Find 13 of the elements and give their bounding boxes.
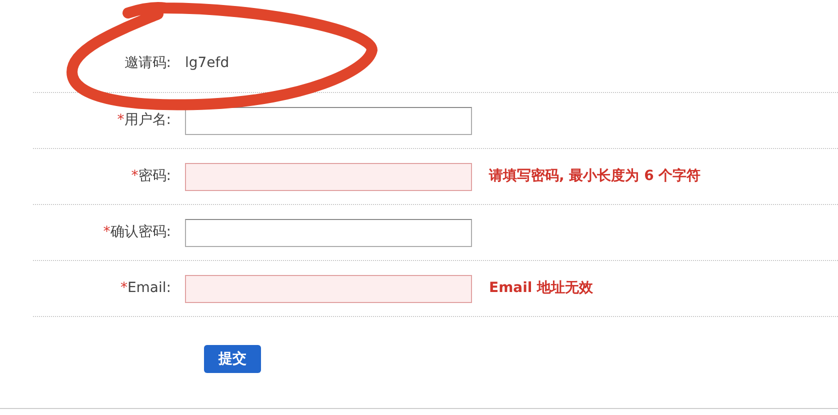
- field-label: 邀请码:: [123, 54, 172, 72]
- input-field[interactable]: [185, 106, 472, 134]
- field-label: *确认密码:: [102, 223, 172, 242]
- invite-code: lg7efd: [185, 54, 230, 72]
- input-field[interactable]: [185, 274, 472, 302]
- field-label: *Email:: [119, 279, 172, 298]
- field-label: *用户名:: [116, 111, 172, 130]
- field-label: *密码:: [130, 167, 172, 186]
- submit-button[interactable]: 提交: [204, 345, 261, 373]
- input-field[interactable]: [185, 162, 472, 190]
- error-message: Email 地址无效: [489, 279, 594, 298]
- error-message: 请填写密码, 最小长度为 6 个字符: [489, 166, 701, 186]
- input-field[interactable]: [185, 218, 472, 246]
